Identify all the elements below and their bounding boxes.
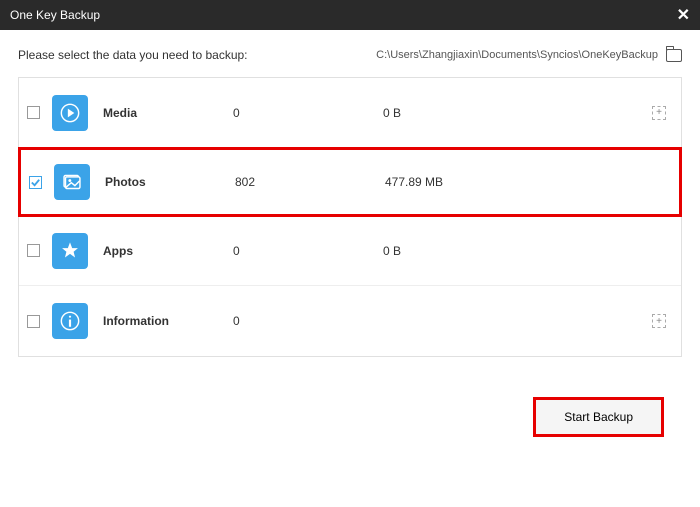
list-item: Media00 B+	[19, 78, 681, 148]
data-list: Media00 B+Photos802477.89 MBApps00 BInfo…	[18, 77, 682, 357]
expand-icon[interactable]: +	[652, 314, 666, 328]
item-count: 0	[233, 314, 383, 328]
checkbox[interactable]	[27, 315, 40, 328]
item-size: 0 B	[383, 244, 666, 258]
list-item: Apps00 B	[19, 216, 681, 286]
folder-icon[interactable]	[666, 49, 682, 62]
photo-icon	[54, 164, 90, 200]
backup-path: C:\Users\Zhangjiaxin\Documents\Syncios\O…	[376, 49, 658, 61]
item-name: Apps	[103, 244, 233, 258]
item-name: Information	[103, 314, 233, 328]
item-name: Media	[103, 106, 233, 120]
list-item: Information0 +	[19, 286, 681, 356]
titlebar: One Key Backup ✕	[0, 0, 700, 30]
checkbox[interactable]	[29, 176, 42, 189]
prompt-text: Please select the data you need to backu…	[18, 48, 248, 62]
item-size: 477.89 MB	[385, 175, 664, 189]
play-icon	[52, 95, 88, 131]
checkbox[interactable]	[27, 106, 40, 119]
item-count: 802	[235, 175, 385, 189]
window-title: One Key Backup	[10, 8, 100, 22]
list-item: Photos802477.89 MB	[18, 147, 682, 217]
apps-icon	[52, 233, 88, 269]
item-count: 0	[233, 244, 383, 258]
start-backup-button[interactable]: Start Backup	[533, 397, 664, 437]
checkbox[interactable]	[27, 244, 40, 257]
item-name: Photos	[105, 175, 235, 189]
info-icon	[52, 303, 88, 339]
close-icon[interactable]: ✕	[677, 5, 690, 25]
item-count: 0	[233, 106, 383, 120]
expand-icon[interactable]: +	[652, 106, 666, 120]
item-size: 0 B	[383, 106, 652, 120]
